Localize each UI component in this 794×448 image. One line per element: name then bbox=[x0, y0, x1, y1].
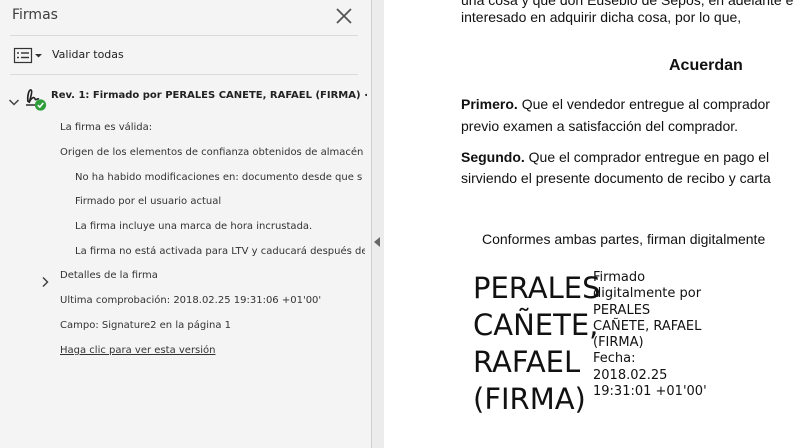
signature-appearance-name[interactable]: PERALES CAÑETE, RAFAEL (FIRMA) bbox=[473, 270, 601, 418]
detail-ltv-warning: La firma no está activada para LTV y cad… bbox=[75, 246, 365, 257]
signature-info-line: 2018.02.25 bbox=[593, 367, 668, 383]
primero-label: Primero. bbox=[461, 96, 518, 112]
last-check-timestamp: Última comprobación: 2018.02.25 19:31:06… bbox=[60, 295, 322, 306]
signature-name-line: (FIRMA) bbox=[473, 382, 586, 416]
view-version-link[interactable]: Haga clic para ver esta versión bbox=[60, 345, 216, 356]
detail-signed-by-current-user: Firmado por el usuario actual bbox=[75, 196, 222, 207]
document-text-line: previo examen a satisfacción del comprad… bbox=[461, 118, 739, 134]
chevron-right-icon[interactable] bbox=[39, 273, 51, 288]
segundo-text: Que el comprador entregue en pago el bbox=[524, 149, 770, 165]
signature-name-line: RAFAEL bbox=[473, 345, 581, 379]
document-text-line: sirviendo el presente documento de recib… bbox=[461, 170, 771, 186]
options-menu-icon[interactable] bbox=[13, 45, 45, 67]
panel-splitter[interactable] bbox=[372, 0, 384, 448]
signature-info-line: 19:31:01 +01'00' bbox=[593, 384, 707, 400]
detail-embedded-timestamp: La firma incluye una marca de hora incru… bbox=[75, 221, 313, 232]
panel-title: Firmas bbox=[12, 7, 58, 23]
document-heading: Acuerdan bbox=[669, 57, 743, 74]
signature-appearance-details[interactable]: Firmado digitalmente por PERALES CAÑETE,… bbox=[593, 270, 707, 400]
document-paragraph-primero: Primero. Que el vendedor entregue al com… bbox=[461, 96, 770, 112]
close-icon[interactable] bbox=[333, 5, 355, 27]
signature-revision-label[interactable]: Rev. 1: Firmado por PERALES CAÑETE, RAFA… bbox=[51, 90, 367, 101]
document-text-line: una cosa y que don Eusebio de Sepos, en … bbox=[461, 0, 794, 8]
detail-no-modifications: No ha habido modificaciones en: document… bbox=[75, 172, 363, 183]
detail-trust-source: Origen de los elementos de confianza obt… bbox=[60, 147, 364, 158]
divider bbox=[10, 35, 358, 36]
signature-name-line: PERALES bbox=[473, 271, 601, 305]
signature-info-line: CAÑETE, RAFAEL bbox=[593, 318, 702, 334]
validate-all-button[interactable]: Validar todas bbox=[52, 48, 124, 61]
detail-signature-valid: La firma es válida: bbox=[60, 122, 153, 133]
chevron-down-icon[interactable] bbox=[8, 93, 20, 106]
signatures-panel: Firmas Validar todas Rev. 1: Firmado por… bbox=[0, 0, 372, 448]
primero-text: Que el vendedor entregue al comprador bbox=[517, 96, 770, 112]
signature-info-line: Fecha: bbox=[593, 351, 636, 367]
signature-name-line: CAÑETE, bbox=[473, 308, 599, 342]
signature-valid-icon bbox=[24, 86, 48, 112]
signature-details-item[interactable]: Detalles de la firma bbox=[60, 270, 158, 281]
signature-info-line: (FIRMA) bbox=[593, 335, 644, 351]
signature-info-line: digitalmente por bbox=[593, 286, 702, 302]
document-text-line: Conformes ambas partes, firman digitalme… bbox=[482, 231, 766, 247]
document-page: una cosa y que don Eusebio de Sepos, en … bbox=[384, 0, 794, 448]
signature-field-info: Campo: Signature2 en la página 1 bbox=[60, 320, 232, 331]
document-paragraph-segundo: Segundo. Que el comprador entregue en pa… bbox=[461, 149, 769, 165]
divider bbox=[10, 74, 358, 75]
document-text-line: interesado en adquirir dicha cosa, por l… bbox=[461, 9, 742, 25]
segundo-label: Segundo. bbox=[461, 149, 525, 165]
collapse-panel-arrow-icon[interactable] bbox=[374, 237, 380, 247]
signature-info-line: Firmado bbox=[593, 270, 646, 285]
signature-info-line: PERALES bbox=[593, 302, 651, 318]
